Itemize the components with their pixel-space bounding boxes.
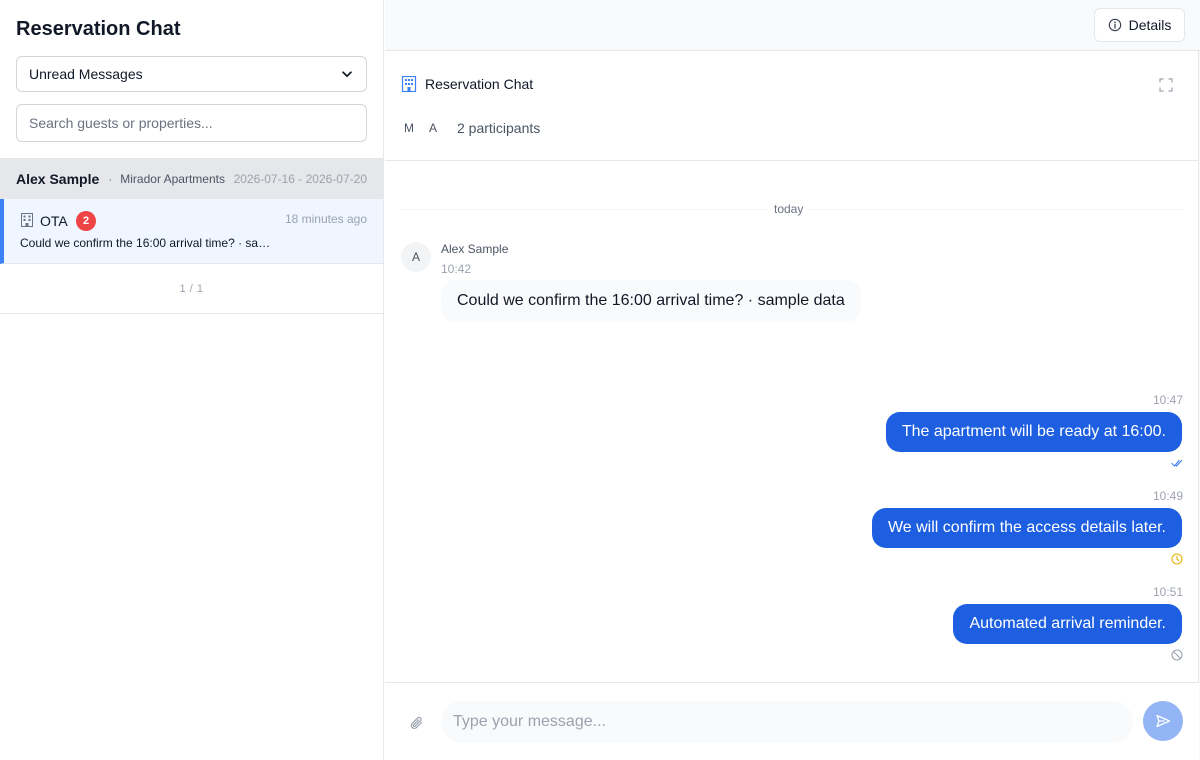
send-icon bbox=[1156, 714, 1171, 728]
message-sender: Alex Sample bbox=[441, 242, 509, 256]
sidebar-title: Reservation Chat bbox=[16, 18, 181, 40]
search-input[interactable] bbox=[16, 104, 367, 142]
message-time: 10:42 bbox=[441, 262, 472, 276]
conversation-time: 18 minutes ago bbox=[284, 212, 367, 226]
building-icon bbox=[21, 213, 33, 227]
reservation-header[interactable]: Alex Sample · Mirador Apartments 2026-07… bbox=[0, 158, 383, 199]
chevron-down-icon bbox=[342, 71, 352, 78]
paperclip-icon[interactable] bbox=[409, 715, 425, 731]
info-icon bbox=[1108, 18, 1121, 32]
sender-avatar: A bbox=[401, 242, 431, 272]
blocked-icon bbox=[1171, 649, 1183, 661]
reservation-guest-name: Alex Sample bbox=[16, 170, 100, 187]
incoming-message-bubble: Could we confirm the 16:00 arrival time?… bbox=[441, 280, 861, 322]
send-button[interactable] bbox=[1143, 701, 1183, 741]
outgoing-message-bubble: We will confirm the access details later… bbox=[871, 508, 1182, 548]
building-icon bbox=[401, 76, 417, 92]
message-list: today A Alex Sample 10:42 Could we confi… bbox=[385, 162, 1199, 682]
conversation-channel: OTA bbox=[40, 213, 68, 229]
message-time: 10:49 bbox=[1152, 489, 1183, 503]
conversation-preview: Could we confirm the 16:00 arrival time?… bbox=[20, 236, 274, 250]
message-composer bbox=[385, 682, 1199, 760]
chat-panel: Reservation Chat M A 2 participants toda… bbox=[385, 51, 1199, 760]
pagination: 1 / 1 bbox=[0, 264, 383, 314]
expand-icon[interactable] bbox=[1159, 78, 1173, 92]
reservation-separator: · bbox=[108, 171, 113, 186]
message-filter-select[interactable]: Unread Messages bbox=[16, 56, 367, 92]
details-button[interactable]: Details bbox=[1094, 8, 1185, 42]
participant-avatar: M bbox=[396, 115, 422, 141]
participant-avatar: A bbox=[420, 115, 446, 141]
reservation-dates: 2026-07-16 - 2026-07-20 bbox=[233, 171, 367, 186]
filter-selected-value: Unread Messages bbox=[29, 66, 143, 82]
read-check-icon bbox=[1171, 459, 1183, 467]
details-label: Details bbox=[1128, 17, 1172, 33]
conversation-sidebar: Reservation Chat Unread Messages Alex Sa… bbox=[0, 0, 384, 760]
message-input[interactable] bbox=[441, 701, 1133, 743]
top-bar: Details bbox=[385, 0, 1200, 51]
chat-main: Details Reservation Chat M A 2 participa… bbox=[385, 0, 1200, 760]
pending-clock-icon bbox=[1171, 553, 1183, 565]
unread-badge: 2 bbox=[76, 211, 96, 231]
conversation-item[interactable]: OTA 2 18 minutes ago Could we confirm th… bbox=[0, 199, 383, 264]
chat-header: Reservation Chat M A 2 participants bbox=[385, 51, 1199, 161]
outgoing-message-bubble: The apartment will be ready at 16:00. bbox=[885, 412, 1182, 452]
chat-title: Reservation Chat bbox=[425, 76, 534, 92]
reservation-property: Mirador Apartments bbox=[120, 171, 225, 186]
message-time: 10:51 bbox=[1152, 585, 1183, 599]
outgoing-message-bubble: Automated arrival reminder. bbox=[953, 604, 1182, 644]
participants-count: 2 participants bbox=[457, 120, 541, 136]
day-label: today bbox=[768, 202, 810, 216]
message-time: 10:47 bbox=[1152, 393, 1183, 407]
